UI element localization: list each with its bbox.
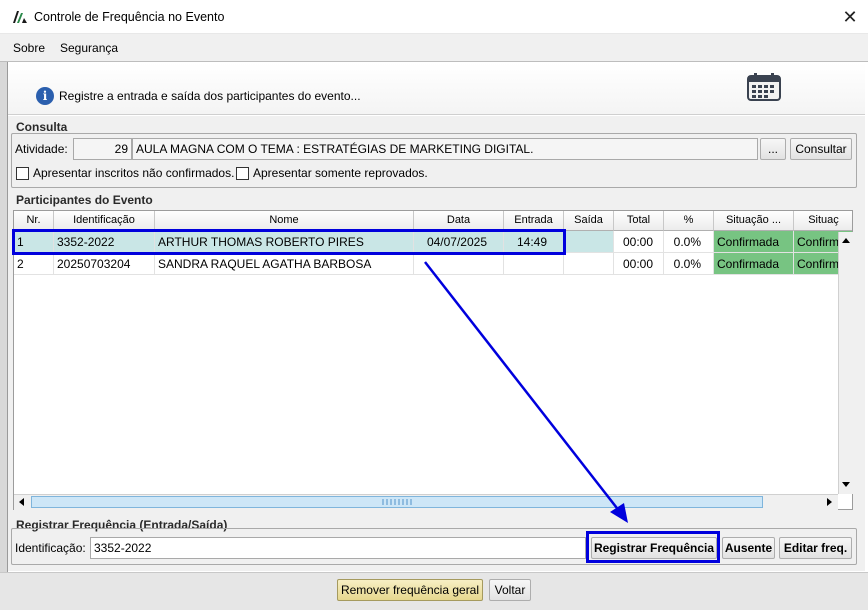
column-header-entrada[interactable]: Entrada	[504, 211, 564, 231]
menu-seguranca[interactable]: Segurança	[60, 41, 118, 55]
scroll-right-icon[interactable]	[825, 496, 835, 508]
menu-sobre[interactable]: Sobre	[13, 41, 45, 55]
identificacao-label: Identificação:	[15, 541, 86, 555]
reprovados-label: Apresentar somente reprovados.	[253, 166, 428, 180]
table-row-cell-nr[interactable]: 2	[14, 253, 54, 275]
scroll-down-icon[interactable]	[840, 480, 852, 490]
editar-freq-button[interactable]: Editar freq.	[779, 537, 852, 559]
atividade-code-field[interactable]: 29	[73, 138, 132, 160]
table-row-cell-data[interactable]	[414, 253, 504, 275]
column-header-situacao[interactable]: Situação ...	[714, 211, 794, 231]
voltar-button[interactable]: Voltar	[489, 579, 531, 601]
banner-text: Registre a entrada e saída dos participa…	[59, 89, 361, 103]
browse-button[interactable]: ...	[760, 138, 786, 160]
column-header-nome[interactable]: Nome	[155, 211, 414, 231]
column-header-percent[interactable]: %	[664, 211, 714, 231]
annotation-highlight-button	[586, 531, 720, 563]
menu-bar	[0, 34, 868, 62]
column-header-data[interactable]: Data	[414, 211, 504, 231]
table-row-cell-situacao[interactable]: Confirmada	[714, 231, 794, 253]
background-window-edge	[0, 62, 8, 610]
consulta-title: Consulta	[16, 120, 68, 134]
column-header-situacao-2[interactable]: Situaç	[794, 211, 852, 231]
atividade-label: Atividade:	[15, 142, 68, 156]
table-row-cell-total[interactable]: 00:00	[614, 231, 664, 253]
participantes-title: Participantes do Evento	[16, 193, 153, 207]
ausente-button[interactable]: Ausente	[722, 537, 775, 559]
calendar-icon	[747, 73, 781, 101]
participants-grid: Nr. Identificação Nome Data Entrada Saíd…	[13, 210, 853, 510]
close-icon[interactable]: ✕	[838, 5, 862, 29]
consultar-button[interactable]: Consultar	[790, 138, 852, 160]
table-row-cell-total[interactable]: 00:00	[614, 253, 664, 275]
column-header-nr[interactable]: Nr.	[14, 211, 54, 231]
table-row-cell-nome[interactable]: SANDRA RAQUEL AGATHA BARBOSA	[155, 253, 414, 275]
scroll-left-icon[interactable]	[16, 496, 26, 508]
window-title: Controle de Frequência no Evento	[34, 10, 225, 24]
table-row-cell-percent[interactable]: 0.0%	[664, 253, 714, 275]
app-logo-icon	[13, 11, 27, 23]
column-header-total[interactable]: Total	[614, 211, 664, 231]
table-row-cell-saida[interactable]	[564, 231, 614, 253]
table-row-cell-percent[interactable]: 0.0%	[664, 231, 714, 253]
column-header-identificacao[interactable]: Identificação	[54, 211, 155, 231]
scroll-grip-icon	[382, 499, 412, 505]
table-row-cell-id[interactable]: 20250703204	[54, 253, 155, 275]
annotation-highlight-row	[12, 229, 566, 255]
remover-frequencia-button[interactable]: Remover frequência geral	[337, 579, 483, 601]
table-row-cell-saida[interactable]	[564, 253, 614, 275]
column-header-saida[interactable]: Saída	[564, 211, 614, 231]
atividade-description-field[interactable]: AULA MAGNA COM O TEMA : ESTRATÉGIAS DE M…	[132, 138, 758, 160]
vertical-scrollbar[interactable]	[838, 232, 854, 494]
nao-confirmados-label: Apresentar inscritos não confirmados.	[33, 166, 235, 180]
table-row-cell-situacao[interactable]: Confirmada	[714, 253, 794, 275]
info-icon: i	[36, 87, 54, 105]
reprovados-checkbox[interactable]	[236, 167, 249, 180]
scroll-up-icon[interactable]	[840, 235, 852, 245]
nao-confirmados-checkbox[interactable]	[16, 167, 29, 180]
table-row-cell-entrada[interactable]	[504, 253, 564, 275]
identificacao-input[interactable]: 3352-2022	[90, 537, 586, 559]
